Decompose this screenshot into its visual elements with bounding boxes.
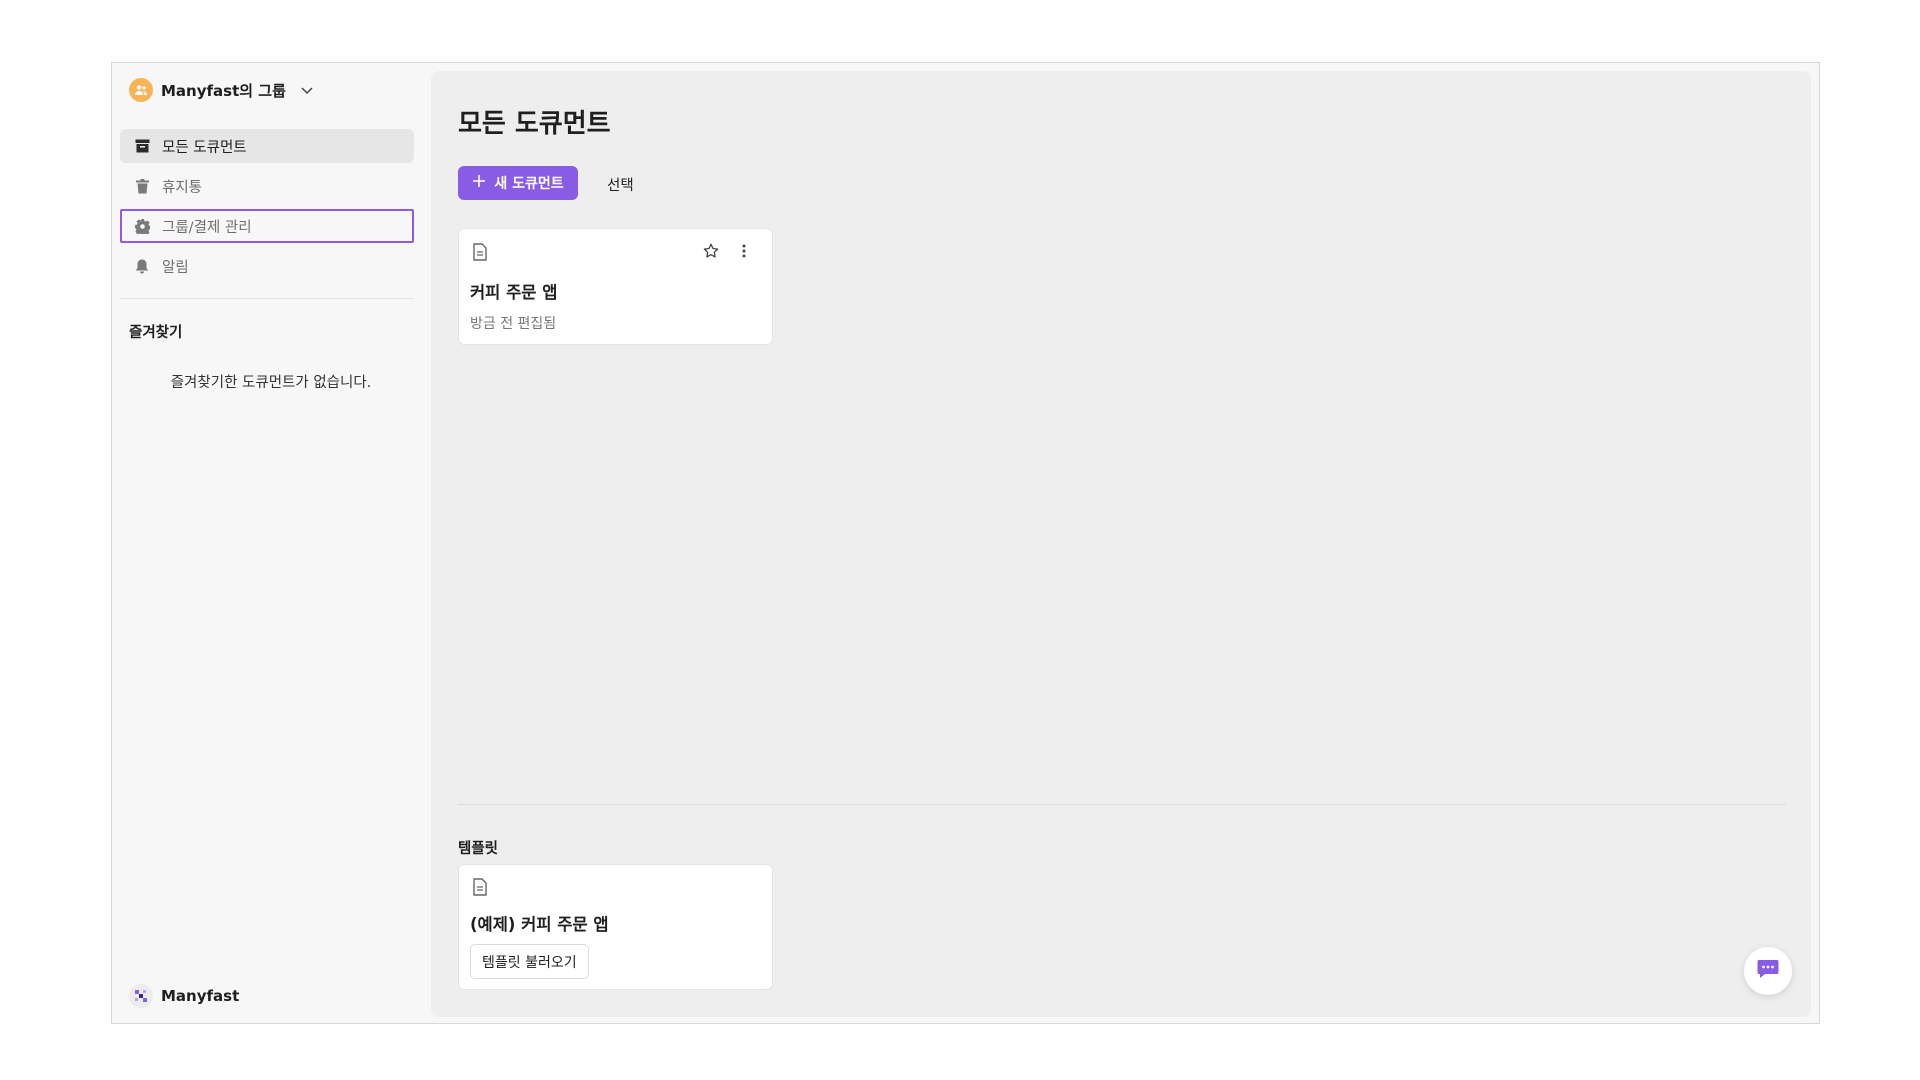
new-document-label: 새 도큐먼트 [494, 176, 564, 192]
group-name: Manyfast의 그룹 [161, 81, 286, 100]
more-vertical-icon[interactable] [739, 243, 749, 263]
page-title: 모든 도큐먼트 [458, 109, 611, 139]
template-card: (예제) 커피 주문 앱 템플릿 불러오기 [458, 864, 773, 990]
document-title: 커피 주문 앱 [470, 283, 558, 302]
app-window: Manyfast의 그룹 모든 도큐먼트 휴지통 그룹/결제 관리 알림 즐겨찾… [111, 62, 1820, 1024]
new-document-button[interactable]: 새 도큐먼트 [458, 166, 578, 200]
sidebar-item-notifications[interactable]: 알림 [120, 249, 414, 283]
manyfast-logo-icon [129, 984, 153, 1008]
document-icon [472, 878, 488, 900]
sidebar-nav: 모든 도큐먼트 휴지통 그룹/결제 관리 알림 [120, 129, 414, 289]
template-title: (예제) 커피 주문 앱 [470, 915, 609, 934]
sidebar-item-label: 모든 도큐먼트 [162, 139, 247, 156]
select-button[interactable]: 선택 [607, 174, 634, 195]
main-content: 모든 도큐먼트 새 도큐먼트 선택 커피 주문 앱 방금 전 편집됨 템플릿 (… [431, 71, 1811, 1017]
plus-icon [472, 174, 486, 192]
brand: Manyfast [129, 983, 239, 1009]
document-icon [472, 243, 488, 265]
brand-name: Manyfast [161, 987, 240, 1005]
sidebar-item-group-billing[interactable]: 그룹/결제 관리 [120, 209, 414, 243]
favorites-empty-message: 즐겨찾기한 도큐먼트가 없습니다. [170, 375, 372, 391]
archive-icon [134, 138, 150, 154]
chat-bubble-icon [1757, 959, 1779, 983]
trash-icon [134, 178, 150, 194]
document-edited-time: 방금 전 편집됨 [470, 316, 557, 332]
sidebar: Manyfast의 그룹 모든 도큐먼트 휴지통 그룹/결제 관리 알림 즐겨찾… [112, 63, 430, 1023]
sidebar-divider [120, 298, 414, 299]
sidebar-item-label: 알림 [162, 259, 189, 276]
load-template-button[interactable]: 템플릿 불러오기 [470, 944, 589, 979]
sidebar-item-trash[interactable]: 휴지통 [120, 169, 414, 203]
group-avatar-icon [129, 78, 153, 102]
sidebar-item-all-documents[interactable]: 모든 도큐먼트 [120, 129, 414, 163]
sidebar-item-label: 그룹/결제 관리 [162, 219, 252, 236]
bell-icon [134, 258, 150, 274]
star-icon[interactable] [703, 243, 719, 263]
group-switcher[interactable]: Manyfast의 그룹 [129, 76, 314, 104]
section-divider [458, 804, 1786, 805]
gear-icon [134, 218, 150, 234]
document-card[interactable]: 커피 주문 앱 방금 전 편집됨 [458, 228, 773, 345]
sidebar-item-label: 휴지통 [162, 179, 203, 196]
chevron-down-icon [300, 83, 314, 97]
chat-button[interactable] [1744, 947, 1792, 995]
templates-title: 템플릿 [458, 841, 499, 857]
favorites-title: 즐겨찾기 [129, 325, 183, 341]
